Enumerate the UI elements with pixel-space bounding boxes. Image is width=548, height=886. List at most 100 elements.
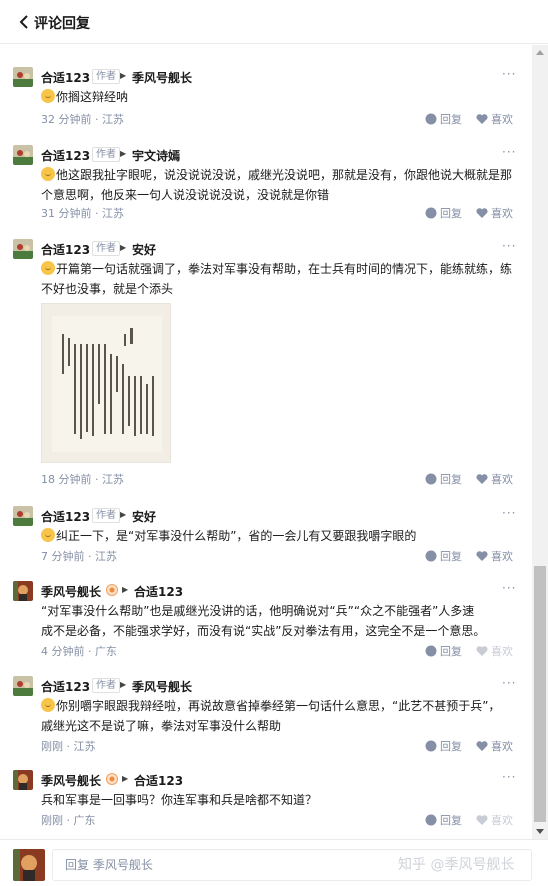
author-name[interactable]: 合适123 <box>41 241 90 258</box>
comment-text: 你别嚼字眼跟我辩经啦，再说故意省掉拳经第一句话什么意思，“此艺不甚预于兵”， 戚继… <box>41 698 501 733</box>
scroll-up-arrow-icon[interactable] <box>536 50 544 55</box>
comment-text: 他这跟我扯字眼呢，说没说说没说，戚继光没说吧，那就是没有，你跟他说大概就是那 个意… <box>41 167 513 202</box>
author-tag: 作者 <box>92 147 120 162</box>
scrollbar[interactable] <box>532 45 548 839</box>
avatar[interactable] <box>13 239 33 259</box>
top-bar: 评论回复 <box>0 0 548 44</box>
reply-bubble-icon <box>425 550 437 562</box>
reply-to-name[interactable]: 宇文诗嫣 <box>132 147 180 164</box>
reply-button[interactable]: 回复 <box>425 111 462 127</box>
like-button[interactable]: 喜欢 <box>476 471 513 487</box>
like-button[interactable]: 喜欢 <box>476 738 513 754</box>
comment-text: 纠正一下，是“对军事没什么帮助”，省的一会儿有又要跟我嚼字眼的 <box>41 526 521 546</box>
like-button[interactable]: 喜欢 <box>476 812 513 828</box>
reply-button[interactable]: 回复 <box>425 205 462 221</box>
reply-button[interactable]: 回复 <box>425 471 462 487</box>
reply-bubble-icon <box>425 740 437 752</box>
comment-text: “对军事没什么帮助”也是戚继光没讲的话，他明确说对“兵”“众之不能强者”人多速成… <box>41 604 486 638</box>
heart-icon <box>476 114 488 124</box>
reply-to-name[interactable]: 安好 <box>132 241 156 258</box>
author-tag: 作者 <box>92 678 120 693</box>
reply-bubble-icon <box>425 207 437 219</box>
avatar[interactable] <box>13 581 33 601</box>
like-button[interactable]: 喜欢 <box>476 205 513 221</box>
reply-to-name[interactable]: 安好 <box>132 508 156 525</box>
scrollbar-thumb[interactable] <box>534 566 546 822</box>
avatar[interactable] <box>13 145 33 165</box>
badge-icon <box>106 584 118 596</box>
comment-meta: 18 分钟前 · 江苏 <box>41 473 124 486</box>
smile-emoji-icon <box>41 89 55 103</box>
reply-to-name[interactable]: 季风号舰长 <box>132 69 192 86</box>
heart-icon <box>476 646 488 656</box>
more-icon[interactable]: ··· <box>502 770 516 784</box>
reply-to-name[interactable]: 季风号舰长 <box>132 678 192 695</box>
reply-bar: 回复 季风号舰长 知乎 @季风号舰长 <box>0 839 548 886</box>
current-user-avatar <box>13 849 45 881</box>
author-name[interactable]: 季风号舰长 <box>41 772 101 789</box>
reply-bubble-icon <box>425 814 437 826</box>
reply-to-name[interactable]: 合适123 <box>134 772 183 789</box>
avatar[interactable] <box>13 770 33 790</box>
comment-text: 兵和军事是一回事吗？你连军事和兵是啥都不知道？ <box>41 793 318 807</box>
comment-meta: 刚刚 · 江苏 <box>41 740 96 753</box>
avatar[interactable] <box>13 67 33 87</box>
page-title: 评论回复 <box>34 16 90 32</box>
like-button[interactable]: 喜欢 <box>476 111 513 127</box>
watermark: 知乎 @季风号舰长 <box>398 857 515 873</box>
more-icon[interactable]: ··· <box>502 581 516 595</box>
author-name[interactable]: 合适123 <box>41 678 90 695</box>
reply-arrow-icon: ▶ <box>122 774 129 783</box>
reply-arrow-icon: ▶ <box>120 510 127 519</box>
reply-arrow-icon: ▶ <box>122 585 129 594</box>
comment-meta: 32 分钟前 · 江苏 <box>41 113 124 126</box>
author-tag: 作者 <box>92 508 120 523</box>
comment-list: 合适123 作者 ▶ 季风号舰长 ··· 你搁这辩经呐 32 分钟前 · 江苏 … <box>0 45 532 839</box>
more-icon[interactable]: ··· <box>502 145 516 159</box>
comment-meta: 31 分钟前 · 江苏 <box>41 207 124 220</box>
avatar[interactable] <box>13 506 33 526</box>
reply-button[interactable]: 回复 <box>425 548 462 564</box>
attached-document-image[interactable] <box>41 303 171 463</box>
reply-button[interactable]: 回复 <box>425 812 462 828</box>
reply-arrow-icon: ▶ <box>120 243 127 252</box>
author-name[interactable]: 季风号舰长 <box>41 583 101 600</box>
author-name[interactable]: 合适123 <box>41 147 90 164</box>
smile-emoji-icon <box>41 167 55 181</box>
scroll-down-arrow-icon[interactable] <box>536 829 544 834</box>
author-tag: 作者 <box>92 69 120 84</box>
like-button[interactable]: 喜欢 <box>476 643 513 659</box>
avatar[interactable] <box>13 676 33 696</box>
author-name[interactable]: 合适123 <box>41 508 90 525</box>
heart-icon <box>476 474 488 484</box>
reply-bubble-icon <box>425 645 437 657</box>
comment-meta: 4 分钟前 · 广东 <box>41 645 117 658</box>
comment-text: 开篇第一句话就强调了，拳法对军事没有帮助，在士兵有时间的情况下，能练就练，练 不好… <box>41 261 513 296</box>
heart-icon <box>476 551 488 561</box>
comment-text: 你搁这辩经呐 <box>41 87 521 107</box>
reply-to-name[interactable]: 合适123 <box>134 583 183 600</box>
smile-emoji-icon <box>41 528 55 542</box>
reply-button[interactable]: 回复 <box>425 738 462 754</box>
reply-arrow-icon: ▶ <box>120 680 127 689</box>
like-button[interactable]: 喜欢 <box>476 548 513 564</box>
reply-arrow-icon: ▶ <box>120 149 127 158</box>
badge-icon <box>106 773 118 785</box>
comment-meta: 7 分钟前 · 江苏 <box>41 550 117 563</box>
heart-icon <box>476 741 488 751</box>
author-name[interactable]: 合适123 <box>41 69 90 86</box>
author-tag: 作者 <box>92 241 120 256</box>
heart-icon <box>476 815 488 825</box>
reply-button[interactable]: 回复 <box>425 643 462 659</box>
heart-icon <box>476 208 488 218</box>
more-icon[interactable]: ··· <box>502 67 516 81</box>
reply-bubble-icon <box>425 473 437 485</box>
chevron-left-icon[interactable] <box>18 13 30 31</box>
more-icon[interactable]: ··· <box>502 676 516 690</box>
more-icon[interactable]: ··· <box>502 506 516 520</box>
reply-arrow-icon: ▶ <box>120 71 127 80</box>
reply-bubble-icon <box>425 113 437 125</box>
smile-emoji-icon <box>41 698 55 712</box>
more-icon[interactable]: ··· <box>502 239 516 253</box>
smile-emoji-icon <box>41 261 55 275</box>
